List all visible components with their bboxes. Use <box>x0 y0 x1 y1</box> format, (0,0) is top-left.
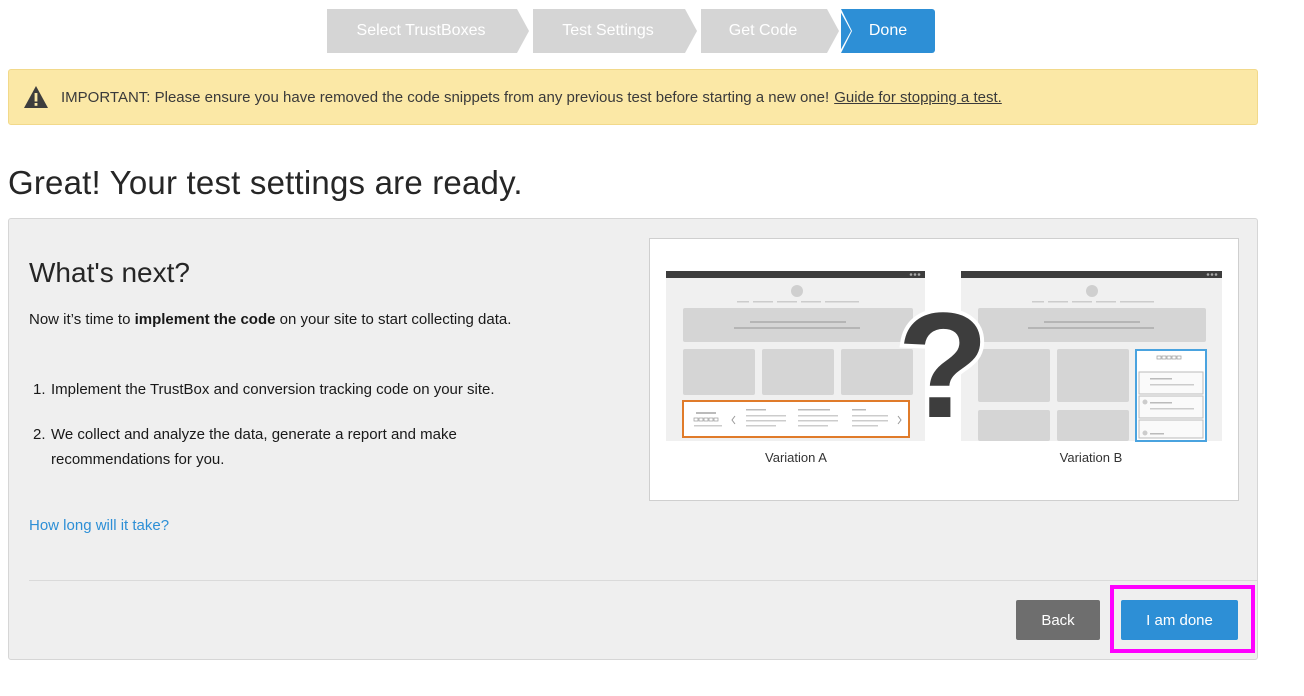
whats-next-panel: What's next? Now it’s time to implement … <box>8 218 1258 660</box>
guide-stopping-test-link[interactable]: Guide for stopping a test. <box>834 89 1002 106</box>
how-long-link[interactable]: How long will it take? <box>29 517 169 534</box>
divider <box>29 580 1257 581</box>
intro-text-end: on your site to start collecting data. <box>275 311 512 328</box>
page-title: Great! Your test settings are ready. <box>8 164 523 201</box>
panel-heading: What's next? <box>29 257 190 288</box>
alert-message: IMPORTANT: Please ensure you have remove… <box>61 88 830 106</box>
i-am-done-button[interactable]: I am done <box>1121 600 1238 640</box>
variation-illustration: ? Variation A Variation B <box>649 238 1239 501</box>
question-mark-glyph: ? <box>897 281 989 449</box>
step-arrow-icon <box>683 9 697 53</box>
step-arrow-icon <box>515 9 529 53</box>
list-item: 2. We collect and analyze the data, gene… <box>29 422 519 472</box>
list-item-number: 1. <box>33 381 46 398</box>
list-item-text: Implement the TrustBox and conversion tr… <box>51 381 495 398</box>
step-label: Done <box>868 22 908 39</box>
intro-text-start: Now it’s time to <box>29 311 135 328</box>
next-steps-list: 1. Implement the TrustBox and conversion… <box>29 377 519 492</box>
step-label: Select TrustBoxes <box>356 22 486 39</box>
step-notch-icon <box>839 9 853 53</box>
variation-b-mockup <box>961 271 1222 442</box>
important-alert: IMPORTANT: Please ensure you have remove… <box>8 69 1258 125</box>
step-label: Get Code <box>728 22 798 39</box>
step-get-code: Get Code <box>701 9 825 53</box>
variation-b-label: Variation B <box>1060 450 1123 465</box>
back-button[interactable]: Back <box>1016 600 1100 640</box>
variation-a-mockup <box>666 271 925 441</box>
step-label: Test Settings <box>562 22 654 39</box>
list-item: 1. Implement the TrustBox and conversion… <box>29 377 519 402</box>
ab-variation-graphic: ? Variation A Variation B <box>666 271 1222 465</box>
step-test-settings: Test Settings <box>533 9 683 53</box>
variation-a-label: Variation A <box>765 450 827 465</box>
list-item-number: 2. <box>33 426 46 443</box>
intro-text-bold: implement the code <box>134 311 276 328</box>
step-done: Done <box>841 9 935 53</box>
step-select-trustboxes: Select TrustBoxes <box>327 9 515 53</box>
warning-triangle-icon <box>24 86 48 108</box>
list-item-text: We collect and analyze the data, generat… <box>51 426 457 468</box>
intro-text: Now it’s time to implement the code on y… <box>29 307 519 332</box>
